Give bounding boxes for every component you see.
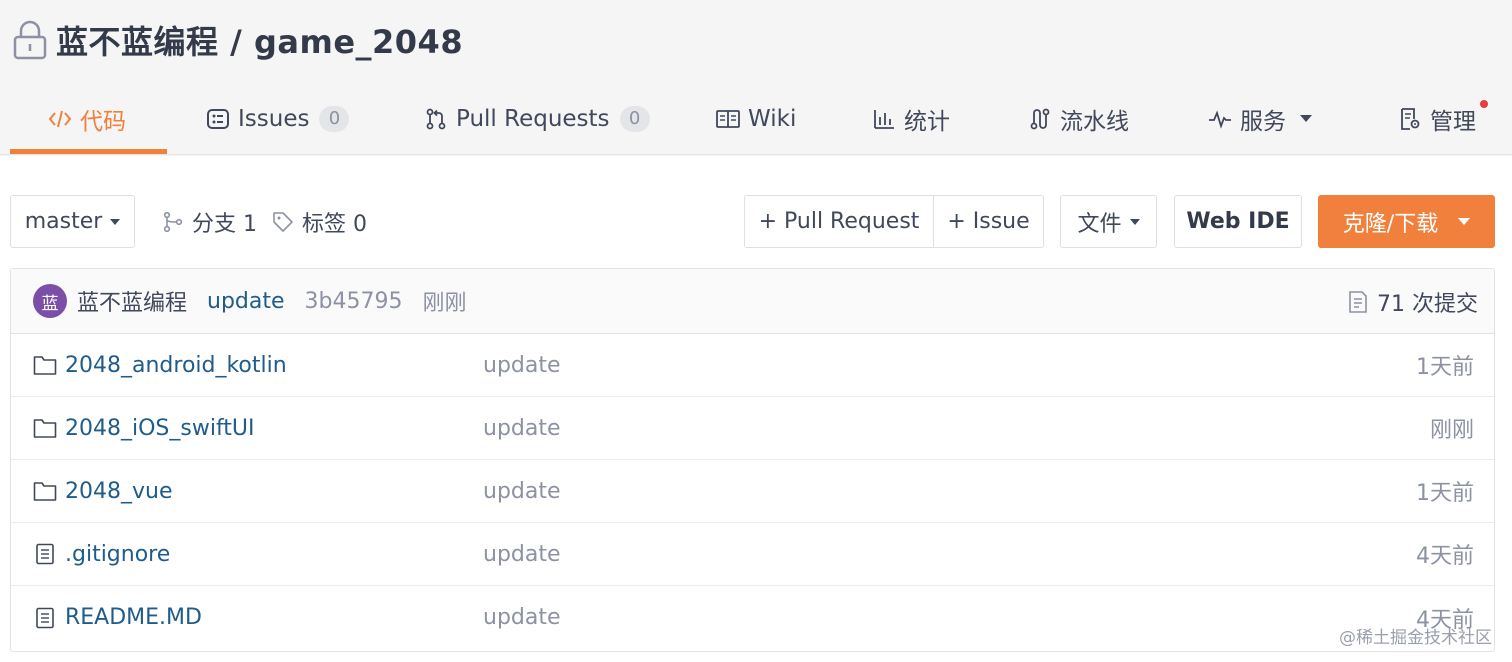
tab-code-label: 代码 (80, 108, 126, 135)
stats-icon (874, 109, 894, 129)
branch-select[interactable]: master (10, 195, 135, 248)
file-dropdown[interactable]: 文件 (1060, 195, 1157, 248)
chevron-down-icon (1129, 218, 1140, 225)
chevron-down-icon (1458, 218, 1471, 225)
file-updated-time: 1天前 (1416, 355, 1474, 380)
file-commit-message[interactable]: update (483, 416, 561, 441)
file-icon (36, 607, 54, 628)
table-row[interactable]: .gitignore update 4天前 (11, 523, 1494, 586)
code-icon (48, 110, 72, 127)
branch-select-value: master (24, 209, 103, 234)
issues-icon (207, 108, 229, 129)
file-name-link[interactable]: 2048_vue (65, 479, 173, 504)
file-commit-message[interactable]: update (483, 542, 561, 567)
new-pull-request-label: + Pull Request (758, 209, 920, 234)
repo-toolbar: master 分支 1 标签 0 + Pull Request + Issue … (0, 195, 1512, 248)
tab-wiki[interactable]: Wiki (716, 82, 796, 155)
file-name-link[interactable]: README.MD (65, 605, 202, 630)
table-row[interactable]: 2048_android_kotlin update 1天前 (11, 334, 1494, 397)
tab-issues-label: Issues (238, 105, 310, 132)
new-pull-request-button[interactable]: + Pull Request (744, 195, 934, 248)
repo-title[interactable]: 蓝不蓝编程 / game_2048 (56, 17, 463, 63)
latest-commit-bar: 蓝 蓝不蓝编程 update 3b45795 刚刚 71 次提交 (11, 269, 1494, 334)
tab-stats-label: 统计 (904, 108, 950, 135)
tab-code[interactable]: 代码 (48, 82, 126, 155)
tab-stats[interactable]: 统计 (872, 82, 950, 155)
commit-time: 刚刚 (422, 291, 467, 316)
commit-message[interactable]: update (207, 289, 285, 314)
table-row[interactable]: README.MD update 4天前 (11, 586, 1494, 649)
wiki-icon (716, 109, 740, 128)
tab-pipeline-label: 流水线 (1060, 108, 1129, 135)
tags-link[interactable]: 标签 0 (272, 195, 367, 248)
file-name-link[interactable]: 2048_android_kotlin (65, 353, 287, 378)
file-icon (36, 543, 54, 565)
file-updated-time: 刚刚 (1429, 418, 1474, 443)
commit-count-label: 71 次提交 (1377, 291, 1478, 317)
tab-service-label: 服务 (1240, 108, 1286, 135)
active-tab-indicator (10, 149, 167, 154)
commit-count-link[interactable]: 71 次提交 (1347, 269, 1478, 334)
service-icon (1209, 109, 1231, 129)
pull-requests-count-badge: 0 (619, 105, 650, 132)
web-ide-button[interactable]: Web IDE (1174, 195, 1302, 248)
repo-header: 蓝不蓝编程 / game_2048 代码 Issues 0 Pull Reque… (0, 0, 1512, 155)
file-updated-time: 1天前 (1416, 481, 1474, 506)
issues-count-badge: 0 (319, 105, 350, 132)
repo-main: master 分支 1 标签 0 + Pull Request + Issue … (0, 156, 1512, 662)
pull-request-icon (426, 108, 446, 129)
table-row[interactable]: 2048_vue update 1天前 (11, 460, 1494, 523)
watermark: @稀土掘金技术社区 (1339, 628, 1492, 648)
tab-pull-requests[interactable]: Pull Requests 0 (424, 82, 650, 155)
pipeline-icon (1030, 108, 1050, 129)
tab-service[interactable]: 服务 (1208, 82, 1312, 155)
new-issue-button[interactable]: + Issue (933, 195, 1044, 248)
file-updated-time: 4天前 (1416, 544, 1474, 569)
avatar[interactable]: 蓝 (33, 284, 67, 318)
file-commit-message[interactable]: update (483, 479, 561, 504)
chevron-down-icon (1300, 115, 1312, 122)
tab-pull-requests-label: Pull Requests (456, 105, 610, 132)
notification-dot (1480, 100, 1488, 108)
commit-history-icon (1349, 290, 1367, 313)
repo-tabs: 代码 Issues 0 Pull Requests 0 Wiki 统计 流水线 … (0, 82, 1512, 155)
tags-label: 标签 0 (302, 211, 367, 237)
tab-manage-label: 管理 (1430, 108, 1476, 135)
branches-label: 分支 1 (192, 211, 257, 237)
clone-download-button[interactable]: 克隆/下载 (1318, 195, 1495, 248)
repo-title-bar: 蓝不蓝编程 / game_2048 (12, 18, 463, 62)
file-tree: 蓝 蓝不蓝编程 update 3b45795 刚刚 71 次提交 2048_an… (10, 268, 1495, 652)
manage-icon (1401, 107, 1420, 130)
file-name-link[interactable]: .gitignore (65, 542, 170, 567)
web-ide-label: Web IDE (1186, 209, 1290, 234)
tab-manage[interactable]: 管理 (1398, 82, 1476, 155)
folder-icon (33, 419, 57, 438)
file-name-link[interactable]: 2048_iOS_swiftUI (65, 416, 255, 441)
commit-author[interactable]: 蓝不蓝编程 (77, 285, 187, 317)
branch-icon (163, 211, 183, 232)
branches-link[interactable]: 分支 1 (162, 195, 257, 248)
table-row[interactable]: 2048_iOS_swiftUI update 刚刚 (11, 397, 1494, 460)
lock-icon (13, 20, 47, 60)
tab-wiki-label: Wiki (748, 105, 797, 132)
chevron-down-icon (110, 218, 121, 225)
file-commit-message[interactable]: update (483, 605, 561, 630)
file-commit-message[interactable]: update (483, 353, 561, 378)
commit-sha[interactable]: 3b45795 (305, 289, 403, 314)
folder-icon (33, 482, 57, 501)
tab-pipeline[interactable]: 流水线 (1028, 82, 1129, 155)
tab-issues[interactable]: Issues 0 (206, 82, 350, 155)
clone-download-label: 克隆/下载 (1342, 211, 1439, 237)
new-issue-label: + Issue (947, 209, 1030, 234)
file-dropdown-label: 文件 (1077, 211, 1122, 237)
tag-icon (273, 211, 293, 232)
folder-icon (33, 356, 57, 375)
